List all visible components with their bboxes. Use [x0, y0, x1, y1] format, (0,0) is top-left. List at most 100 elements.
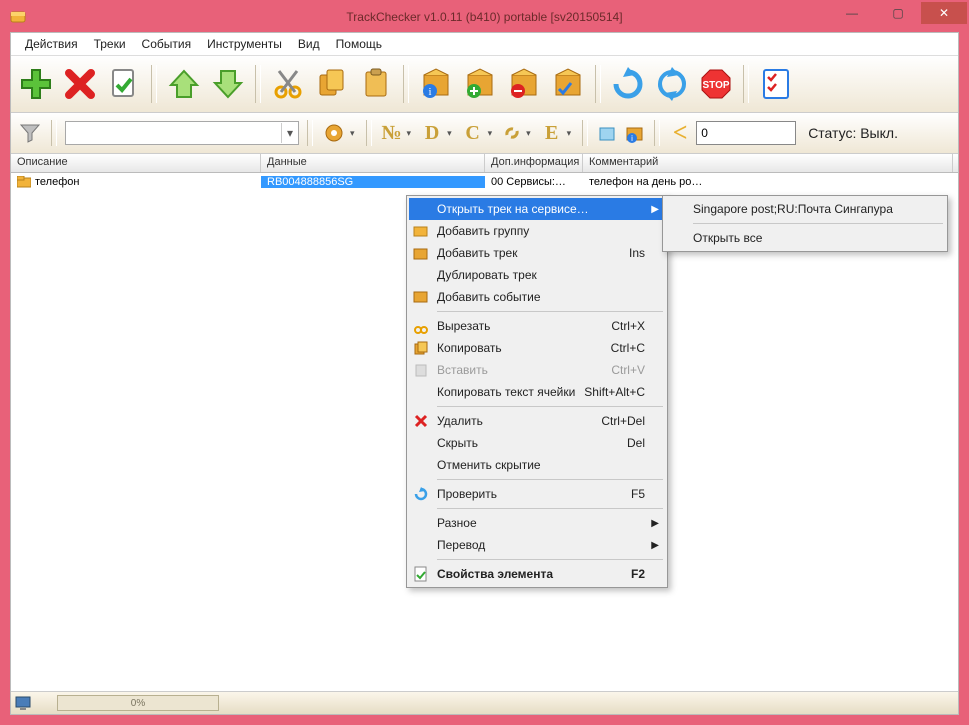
ctx-properties[interactable]: Свойства элементаF2 — [409, 563, 665, 585]
ctx-translate[interactable]: Перевод▶ — [409, 534, 665, 556]
cell-comment: телефон на день ро… — [583, 176, 953, 188]
status-label: Статус: Выкл. — [808, 125, 898, 141]
box-add-icon[interactable] — [461, 65, 499, 103]
folder-open-icon — [17, 176, 31, 188]
close-button[interactable]: ✕ — [921, 2, 967, 24]
menu-help[interactable]: Помощь — [328, 35, 390, 53]
svg-text:STOP: STOP — [702, 80, 729, 91]
down-icon[interactable] — [209, 65, 247, 103]
ctx-copy-cell[interactable]: Копировать текст ячейкиShift+Alt+C — [409, 381, 665, 403]
ctx-copy[interactable]: КопироватьCtrl+C — [409, 337, 665, 359]
titlebar[interactable]: TrackChecker v1.0.11 (b410) portable [sv… — [2, 2, 967, 32]
x-red-icon — [413, 413, 429, 429]
copy-small-icon — [413, 340, 429, 356]
checklist-icon[interactable] — [757, 65, 795, 103]
progress-bar: 0% — [57, 695, 219, 711]
box-check-icon[interactable] — [549, 65, 587, 103]
ctx-hide[interactable]: СкрытьDel — [409, 432, 665, 454]
box-remove-icon[interactable] — [505, 65, 543, 103]
svg-text:i: i — [428, 86, 431, 98]
ctx-add-group[interactable]: Добавить группу — [409, 220, 665, 242]
stop-icon[interactable]: STOP — [697, 65, 735, 103]
svg-text:i: i — [631, 134, 633, 143]
gear-icon[interactable] — [321, 120, 347, 146]
chevron-down-icon[interactable]: ▾ — [447, 128, 452, 139]
delete-icon[interactable] — [61, 65, 99, 103]
ctx-check[interactable]: ПроверитьF5 — [409, 483, 665, 505]
ctx-dup-track[interactable]: Дублировать трек — [409, 264, 665, 286]
paste-small-icon — [413, 362, 429, 378]
cut-small-icon — [413, 318, 429, 334]
context-menu: Открыть трек на сервисе…▶ Добавить групп… — [406, 195, 668, 588]
context-submenu: Singapore post;RU:Почта Сингапура Открыт… — [662, 195, 948, 252]
grid-body[interactable]: телефон RB004888856SG 00 Сервисы:… телеф… — [11, 173, 958, 691]
chevron-down-icon[interactable]: ▾ — [526, 128, 531, 139]
cell-extra: 00 Сервисы:… — [485, 176, 583, 188]
cube-blue-icon[interactable] — [596, 122, 618, 144]
col-extra[interactable]: Доп.информация — [485, 154, 583, 172]
number-input[interactable]: 0 — [696, 121, 796, 145]
submenu-arrow-icon: ▶ — [651, 204, 659, 215]
menu-tracks[interactable]: Треки — [86, 35, 134, 53]
ctx-open-on-service[interactable]: Открыть трек на сервисе…▶ — [409, 198, 665, 220]
less-than-icon[interactable]: < — [668, 118, 692, 148]
col-data[interactable]: Данные — [261, 154, 485, 172]
letter-c-button[interactable]: C — [461, 122, 485, 145]
menu-actions[interactable]: Действия — [17, 35, 86, 53]
ctx-add-track[interactable]: Добавить трекIns — [409, 242, 665, 264]
submenu-arrow-icon: ▶ — [651, 518, 659, 529]
chevron-down-icon[interactable]: ▾ — [350, 128, 355, 139]
cell-description: телефон — [35, 176, 79, 188]
link-icon[interactable] — [501, 122, 523, 144]
minimize-button[interactable]: — — [829, 2, 875, 24]
ctx-unhide[interactable]: Отменить скрытие — [409, 454, 665, 476]
refresh-small-icon — [413, 486, 429, 502]
menu-view[interactable]: Вид — [290, 35, 328, 53]
ctx-add-event[interactable]: Добавить событие — [409, 286, 665, 308]
window-title: TrackChecker v1.0.11 (b410) portable [sv… — [346, 10, 622, 24]
menu-tools[interactable]: Инструменты — [199, 35, 290, 53]
app-icon — [10, 9, 26, 25]
chevron-down-icon[interactable]: ▾ — [407, 128, 412, 139]
ctx-cut[interactable]: ВырезатьCtrl+X — [409, 315, 665, 337]
ctx-delete[interactable]: УдалитьCtrl+Del — [409, 410, 665, 432]
add-icon[interactable] — [17, 65, 55, 103]
box-info-icon[interactable]: i — [417, 65, 455, 103]
statusbar: 0% — [11, 691, 958, 714]
chevron-down-icon[interactable]: ▾ — [488, 128, 493, 139]
event-add-icon — [413, 289, 429, 305]
number-value: 0 — [701, 126, 708, 140]
letter-e-button[interactable]: E — [540, 122, 564, 145]
paste-icon[interactable] — [357, 65, 395, 103]
refresh-all-icon[interactable] — [653, 65, 691, 103]
cell-data: RB004888856SG — [261, 176, 485, 188]
funnel-icon[interactable] — [17, 120, 43, 146]
check-doc-icon[interactable] — [105, 65, 143, 103]
menubar: Действия Треки События Инструменты Вид П… — [11, 33, 958, 55]
monitor-icon — [15, 695, 33, 711]
refresh-one-icon[interactable] — [609, 65, 647, 103]
letter-d-button[interactable]: D — [420, 122, 444, 145]
cut-icon[interactable] — [269, 65, 307, 103]
up-icon[interactable] — [165, 65, 203, 103]
main-toolbar: i STOP — [11, 55, 958, 113]
letter-n-button[interactable]: № — [380, 122, 404, 145]
folder-add-icon — [413, 223, 429, 239]
filter-combo[interactable]: ▾ — [65, 121, 299, 145]
menu-events[interactable]: События — [134, 35, 200, 53]
ctx-misc[interactable]: Разное▶ — [409, 512, 665, 534]
box-add-small-icon — [413, 245, 429, 261]
sub-open-all[interactable]: Открыть все — [665, 227, 945, 249]
chevron-down-icon: ▾ — [281, 123, 298, 143]
copy-icon[interactable] — [313, 65, 351, 103]
grid-header: Описание Данные Доп.информация Комментар… — [11, 154, 958, 173]
col-description[interactable]: Описание — [11, 154, 261, 172]
maximize-button[interactable]: ▢ — [875, 2, 921, 24]
col-comment[interactable]: Комментарий — [583, 154, 953, 172]
box-info-small-icon[interactable]: i — [624, 122, 646, 144]
chevron-down-icon[interactable]: ▾ — [567, 128, 572, 139]
sub-singapore-post[interactable]: Singapore post;RU:Почта Сингапура — [665, 198, 945, 220]
ctx-paste: ВставитьCtrl+V — [409, 359, 665, 381]
filter-toolbar: ▾ ▾ №▾ D▾ C▾ ▾ E▾ i < 0 Статус: Выкл. — [11, 113, 958, 154]
table-row[interactable]: телефон RB004888856SG 00 Сервисы:… телеф… — [11, 173, 958, 190]
